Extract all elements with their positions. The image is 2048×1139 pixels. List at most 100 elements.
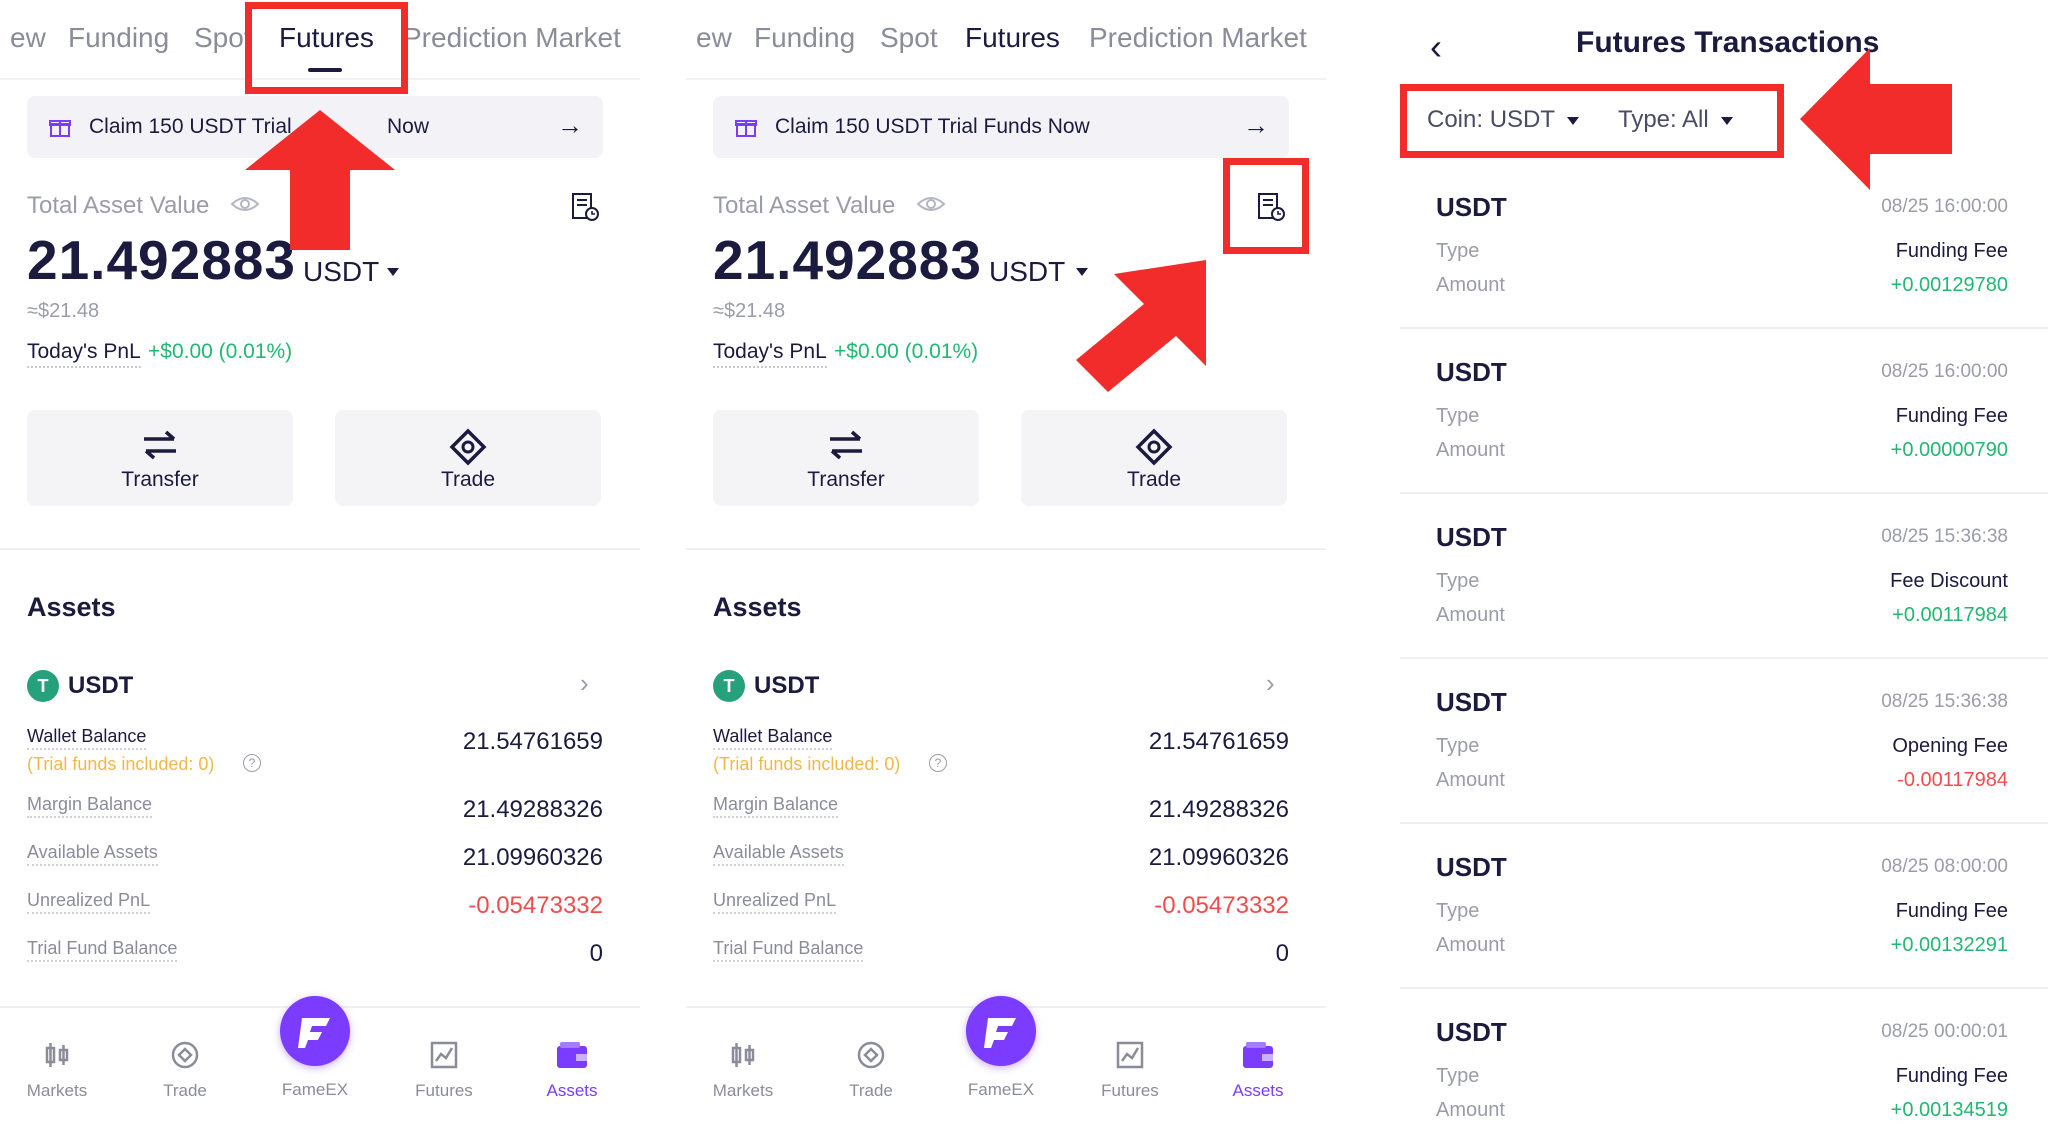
trade-button[interactable]: Trade [335,410,601,506]
help-icon[interactable]: ? [243,754,261,772]
trade-button[interactable]: Trade [1021,410,1287,506]
trial-fund-balance-label[interactable]: Trial Fund Balance [713,938,864,962]
tx-amount-label: Amount [1436,769,1505,791]
markets-icon [45,1043,69,1067]
margin-balance-value: 21.49288326 [462,796,603,823]
gift-icon [49,120,71,137]
available-assets-label[interactable]: Available Assets [27,842,158,866]
nav-trade[interactable]: Trade [125,1040,245,1101]
tx-type-value: Opening Fee [1892,735,2008,757]
tab-spot[interactable]: Spot [880,22,938,54]
arrow-diagonal-annotation-icon [1076,260,1206,392]
total-asset-label: Total Asset Value [713,192,896,219]
arrow-left-annotation-icon [1800,48,1952,190]
transfer-button[interactable]: Transfer [713,410,979,506]
tab-overview[interactable]: ew [696,22,732,54]
transaction-row[interactable]: USDT 08/25 00:00:01 Type Funding Fee Amount +… [1400,987,2048,1139]
tx-type-label: Type [1436,405,1480,427]
futures-icon [1116,1041,1144,1069]
tx-time: 08/25 08:00:00 [1881,856,2008,877]
tx-time: 08/25 16:00:00 [1881,196,2008,217]
tab-funding[interactable]: Funding [754,22,855,54]
arrow-right-icon: → [557,110,583,140]
tx-coin: USDT [1436,687,1507,717]
tab-prediction-market[interactable]: Prediction Market [1089,22,1307,54]
transaction-row[interactable]: USDT 08/25 15:36:38 Type Fee Discount Amount… [1400,492,2048,659]
unrealized-pnl-label[interactable]: Unrealized PnL [27,890,151,914]
tx-type-label: Type [1436,240,1480,262]
transaction-row[interactable]: USDT 08/25 16:00:00 Type Funding Fee Amount +… [1400,327,2048,494]
bill-history-icon[interactable] [570,192,600,222]
transaction-row[interactable]: USDT 08/25 08:00:00 Type Funding Fee Amount +… [1400,822,2048,989]
history-icon-highlight [1223,158,1309,254]
tx-type-label: Type [1436,735,1480,757]
tx-amount-label: Amount [1436,439,1505,461]
eye-icon[interactable] [916,194,946,214]
nav-fameex-label: FameEX [281,1080,349,1099]
usdt-logo-icon: T [713,670,745,702]
chevron-right-icon[interactable]: › [1266,668,1275,699]
nav-markets-label: Markets [26,1081,88,1100]
nav-markets[interactable]: Markets [686,1040,803,1101]
tx-type-value: Funding Fee [1895,1065,2008,1087]
tx-type-label: Type [1436,570,1480,592]
fameex-logo-icon[interactable] [280,996,350,1066]
margin-balance-label[interactable]: Margin Balance [27,794,153,818]
trade-nav-icon [857,1041,885,1069]
transfer-label: Transfer [807,468,885,491]
nav-markets-label: Markets [712,1081,774,1100]
trial-fund-balance-label[interactable]: Trial Fund Balance [27,938,178,962]
tx-type-label: Type [1436,1065,1480,1087]
coin-name[interactable]: USDT [68,672,133,700]
section-divider [0,548,640,550]
unrealized-pnl-label[interactable]: Unrealized PnL [713,890,837,914]
wallet-balance-label[interactable]: Wallet Balance [27,726,147,750]
tx-amount-value: +0.00000790 [1890,439,2008,461]
nav-futures[interactable]: Futures [1070,1040,1190,1101]
tab-spot[interactable]: Spot [194,22,252,54]
help-icon[interactable]: ? [929,754,947,772]
trial-fund-balance-value: 0 [589,940,603,967]
trial-funds-banner[interactable]: Claim 150 USDT Trial Funds Now → [713,96,1289,158]
unit-caret-icon[interactable] [387,268,399,276]
transaction-row[interactable]: USDT 08/25 15:36:38 Type Opening Fee Amount -… [1400,657,2048,824]
available-assets-label[interactable]: Available Assets [713,842,844,866]
nav-assets-label: Assets [1232,1081,1284,1100]
nav-assets[interactable]: Assets [512,1040,632,1101]
usd-equivalent: ≈$21.48 [27,300,100,322]
asset-unit[interactable]: USDT [989,256,1065,288]
tx-time: 08/25 15:36:38 [1881,526,2008,547]
back-icon[interactable]: ‹ [1430,26,1442,68]
nav-futures[interactable]: Futures [384,1040,504,1101]
futures-tab-highlight [245,2,408,94]
nav-assets[interactable]: Assets [1198,1040,1318,1101]
nav-trade[interactable]: Trade [811,1040,931,1101]
tx-coin: USDT [1436,1017,1507,1047]
trial-funds-note: (Trial funds included: 0) [27,754,215,774]
tab-funding[interactable]: Funding [68,22,169,54]
unrealized-pnl-value: -0.05473332 [468,892,603,919]
tx-amount-value: +0.00117984 [1892,604,2008,626]
tx-amount-value: +0.00134519 [1890,1099,2008,1121]
tx-coin: USDT [1436,522,1507,552]
markets-icon [731,1043,755,1067]
tx-type-value: Funding Fee [1895,900,2008,922]
tab-futures[interactable]: Futures [965,22,1060,54]
todays-pnl-label[interactable]: Today's PnL [713,340,827,368]
top-tabs: ew Funding Spot Futures Prediction Marke… [686,22,1326,72]
asset-unit[interactable]: USDT [303,256,379,288]
coin-name[interactable]: USDT [754,672,819,700]
todays-pnl-label[interactable]: Today's PnL [27,340,141,368]
trade-icon [449,428,487,466]
nav-markets[interactable]: Markets [0,1040,117,1101]
tab-prediction-market[interactable]: Prediction Market [403,22,621,54]
fameex-logo-icon[interactable] [966,996,1036,1066]
arrow-up-annotation-icon [245,110,395,250]
wallet-balance-label[interactable]: Wallet Balance [713,726,833,750]
tx-type-value: Funding Fee [1895,405,2008,427]
margin-balance-label[interactable]: Margin Balance [713,794,839,818]
transfer-button[interactable]: Transfer [27,410,293,506]
tab-overview[interactable]: ew [10,22,46,54]
filter-highlight [1400,84,1784,158]
chevron-right-icon[interactable]: › [580,668,589,699]
